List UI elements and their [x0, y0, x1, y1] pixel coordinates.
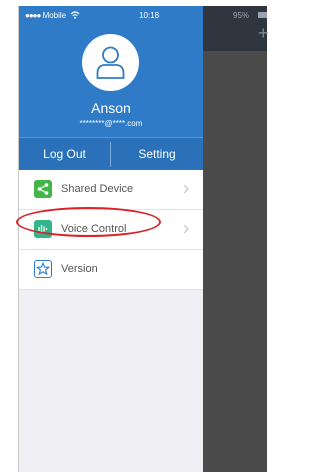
menu-item-shared-device[interactable]: Shared Device: [19, 170, 203, 210]
screenshot-frame: 95% + ●●●● Mobile 10:18 Anson ********@*…: [0, 0, 269, 474]
chevron-right-icon: [183, 184, 189, 194]
chevron-right-icon: [183, 224, 189, 234]
side-drawer: ●●●● Mobile 10:18 Anson ********@****.co…: [18, 6, 203, 472]
add-icon[interactable]: +: [258, 24, 269, 42]
menu-item-label: Shared Device: [61, 183, 134, 195]
wifi-icon: [70, 11, 80, 19]
background-page: 95% +: [203, 6, 269, 472]
user-email: ********@****.com: [79, 119, 143, 128]
voice-control-highlight-ring: [16, 207, 161, 237]
status-bar: ●●●● Mobile 10:18: [19, 6, 203, 26]
profile-header: ●●●● Mobile 10:18 Anson ********@****.co…: [19, 6, 203, 137]
user-name: Anson: [91, 100, 131, 116]
battery-percent: 95%: [233, 11, 250, 20]
menu-item-label: Version: [61, 263, 98, 275]
avatar[interactable]: [82, 34, 139, 91]
carrier-label: Mobile: [42, 11, 67, 20]
battery-icon: [258, 12, 267, 18]
star-icon: [34, 260, 52, 278]
setting-button[interactable]: Setting: [111, 138, 203, 170]
status-time: 10:18: [139, 11, 160, 20]
background-page-header: 95% +: [203, 6, 269, 51]
share-icon: [34, 180, 52, 198]
log-out-button[interactable]: Log Out: [19, 138, 110, 170]
user-icon: [96, 46, 125, 79]
account-button-bar: Log Out Setting: [19, 137, 203, 170]
menu-item-version[interactable]: Version: [19, 250, 203, 290]
signal-icon: ●●●●: [25, 11, 41, 20]
